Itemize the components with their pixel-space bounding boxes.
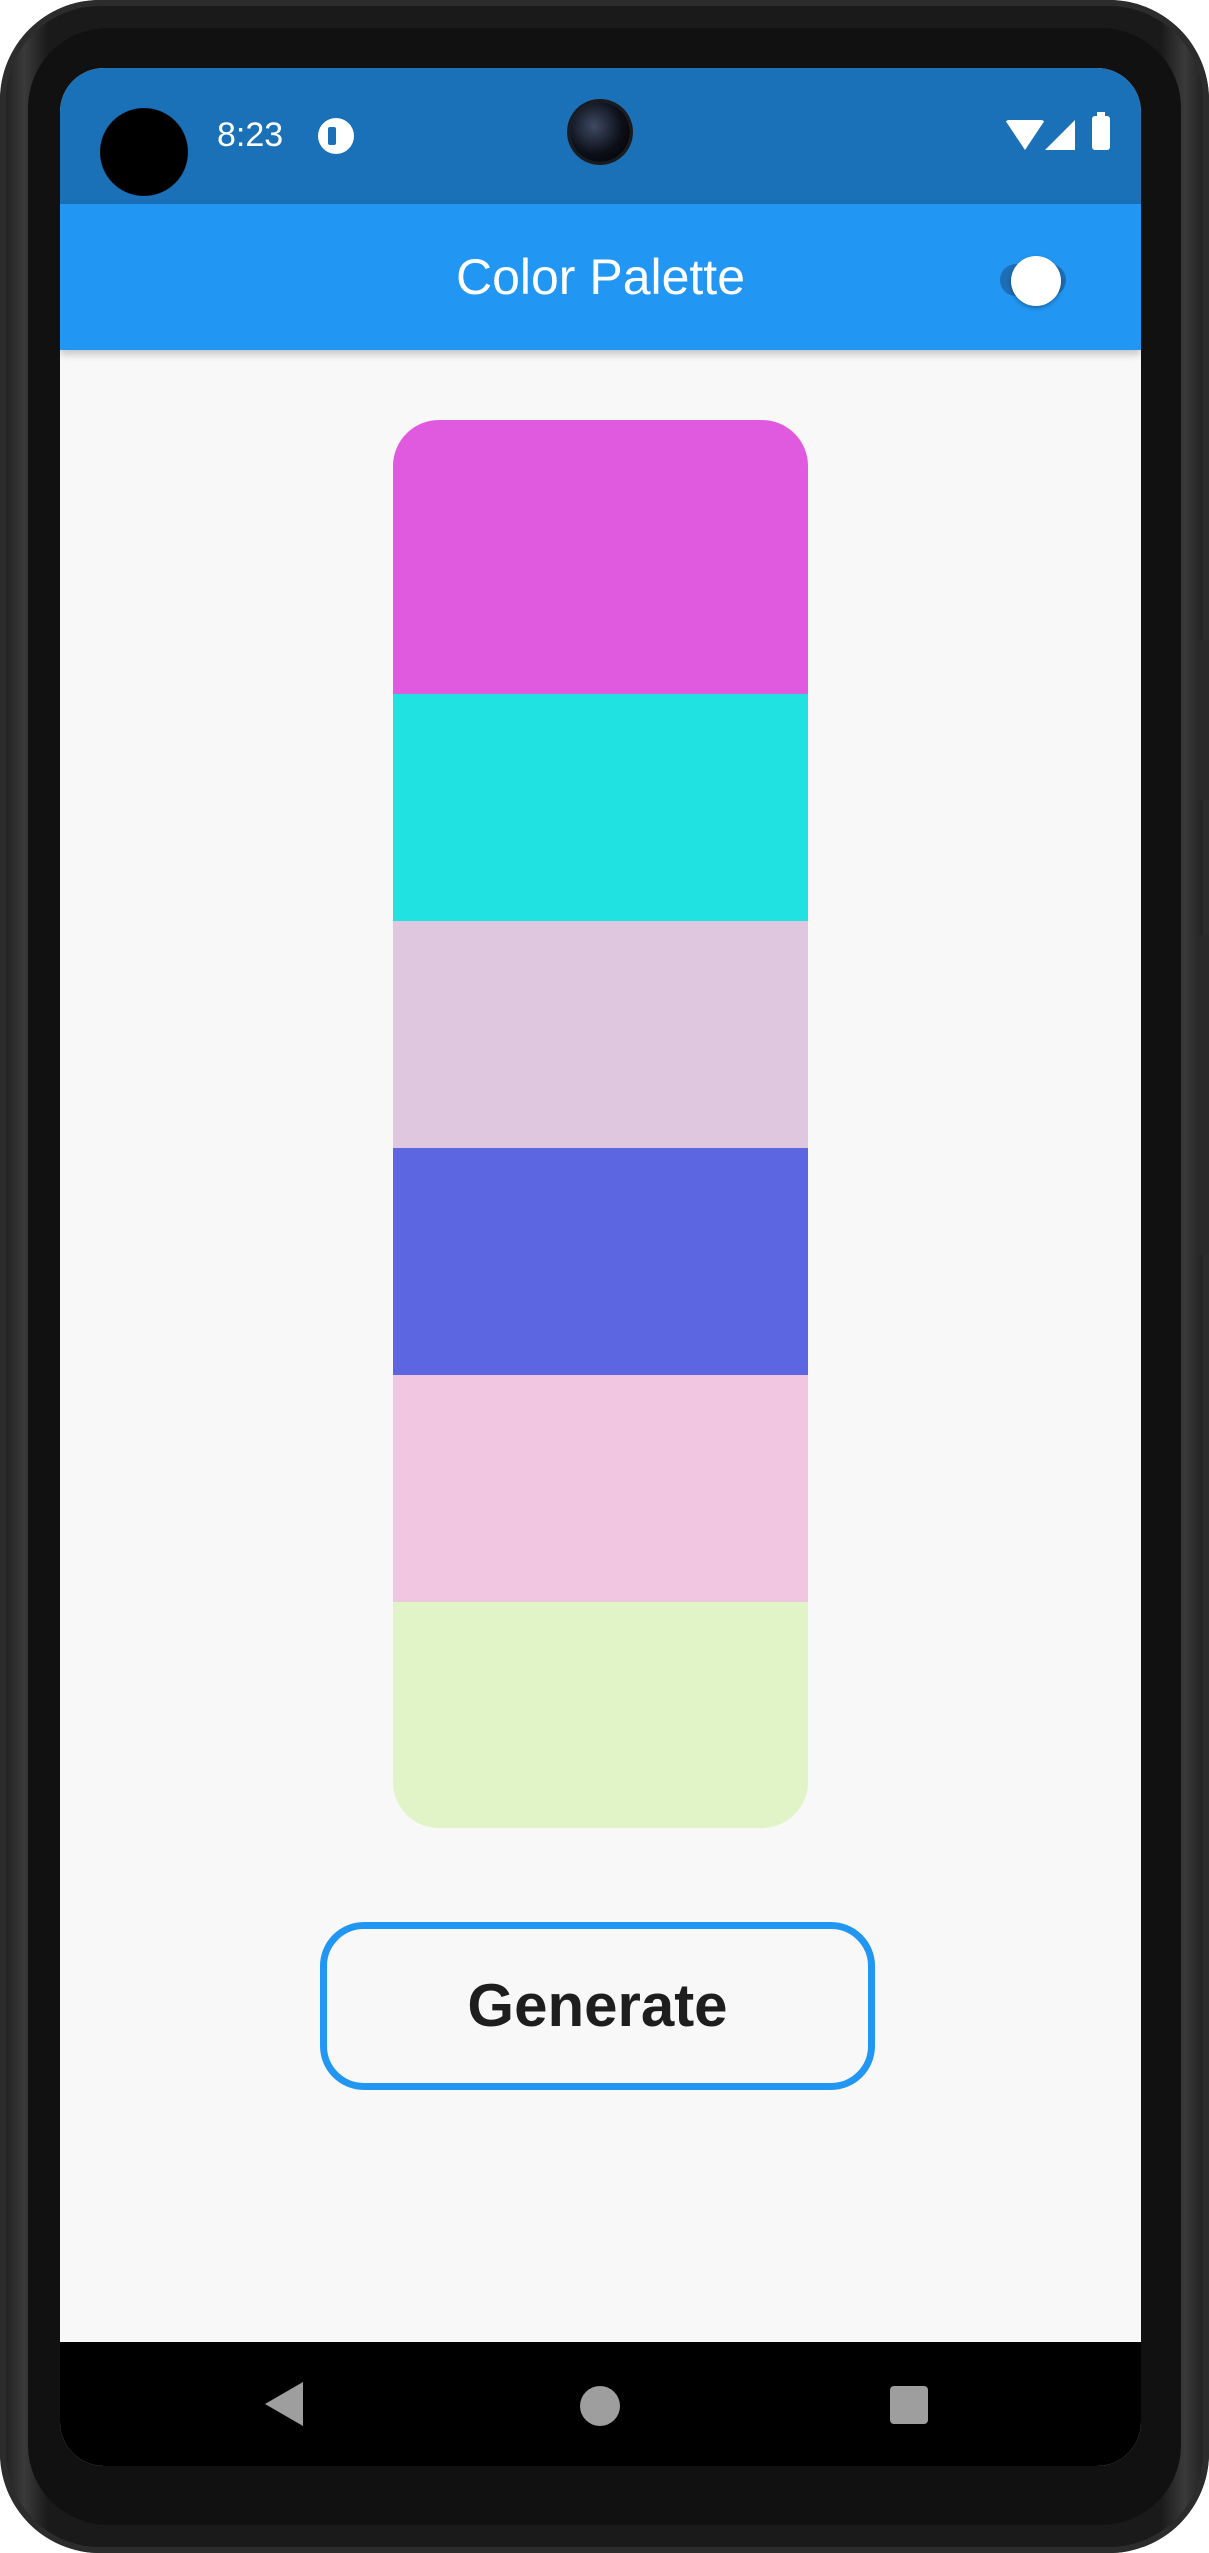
screen: 8:23 Color Palette Generate (60, 68, 1141, 2466)
color-swatch[interactable] (393, 1375, 808, 1602)
color-swatch[interactable] (393, 420, 808, 694)
color-swatch[interactable] (393, 1148, 808, 1375)
color-swatch[interactable] (393, 921, 808, 1148)
page-title: Color Palette (455, 249, 746, 305)
camera-cutout-icon (100, 108, 188, 196)
theme-toggle-thumb[interactable] (1011, 256, 1061, 306)
cellular-signal-icon (1045, 120, 1075, 150)
color-palette (393, 420, 808, 1828)
notification-icon (318, 118, 354, 154)
battery-icon (1092, 112, 1110, 150)
generate-button[interactable]: Generate (320, 1922, 875, 2090)
app-bar: Color Palette (60, 204, 1141, 350)
home-icon[interactable] (580, 2386, 620, 2426)
front-camera-icon (570, 102, 630, 162)
wifi-icon (1005, 120, 1045, 150)
power-button (1199, 640, 1209, 800)
status-time: 8:23 (217, 116, 284, 154)
recents-icon[interactable] (890, 2386, 928, 2424)
volume-button (1199, 935, 1209, 1255)
back-icon[interactable] (265, 2382, 303, 2426)
color-swatch[interactable] (393, 694, 808, 921)
status-bar: 8:23 (60, 68, 1141, 204)
color-swatch[interactable] (393, 1602, 808, 1828)
navigation-bar (60, 2342, 1141, 2466)
